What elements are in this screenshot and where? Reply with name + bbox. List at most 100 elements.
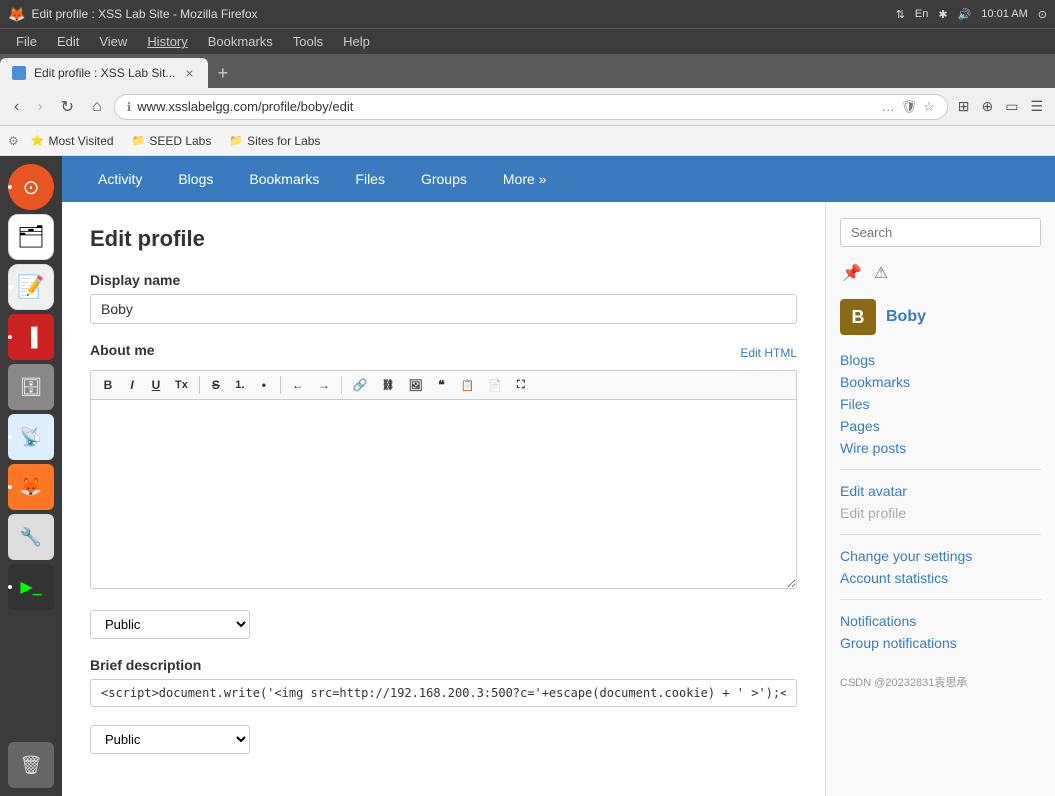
folder-icon: 📁 [132, 134, 146, 147]
user-name-link[interactable]: Boby [886, 308, 926, 326]
titlebar-title: 🦊 Edit profile : XSS Lab Site - Mozilla … [8, 6, 258, 23]
sidebar-search-input[interactable] [840, 218, 1041, 247]
bookmark-star-icon[interactable]: ☆ [923, 99, 935, 115]
pin-icon-button[interactable]: 📌 [840, 261, 864, 285]
clear-format-button[interactable]: Tx [169, 376, 194, 394]
link-button[interactable]: 🔗 [347, 375, 374, 395]
bold-button[interactable]: B [97, 375, 119, 395]
sidebar-blogs-link[interactable]: Blogs [840, 349, 1041, 371]
sidebar-group-notifications-link[interactable]: Group notifications [840, 632, 1041, 654]
bookmarks-bar: ⚙ ⭐ Most Visited 📁 SEED Labs 📁 Sites for… [0, 126, 1055, 156]
italic-button[interactable]: I [121, 375, 143, 395]
red-app-icon-symbol: ▐ [25, 327, 38, 348]
fullscreen-button[interactable]: ⛶ [510, 376, 532, 395]
most-visited-label: Most Visited [48, 134, 113, 148]
about-me-visibility-select[interactable]: Public Friends Private [90, 610, 250, 639]
nav-files[interactable]: Files [339, 159, 401, 199]
sidebar-notifications-link[interactable]: Notifications [840, 610, 1041, 632]
sidebar-button[interactable]: ▭ [1001, 94, 1022, 119]
extensions-button[interactable]: ⊞ [954, 94, 974, 119]
menu-bar: File Edit View History Bookmarks Tools H… [0, 28, 1055, 54]
ubuntu-menu-icon[interactable]: ⊙ [1038, 8, 1047, 21]
bluetooth-icon: ✱ [938, 8, 947, 21]
reload-button[interactable]: ↻ [55, 93, 80, 121]
menu-bookmarks[interactable]: Bookmarks [200, 32, 281, 51]
url-bar[interactable]: ℹ www.xsslabelgg.com/profile/boby/edit …… [114, 94, 948, 120]
display-name-input[interactable] [90, 294, 797, 324]
image-button[interactable]: 🖼 [403, 376, 429, 395]
sidebar-account-stats-link[interactable]: Account statistics [840, 567, 1041, 589]
sidebar-bookmarks-link[interactable]: Bookmarks [840, 371, 1041, 393]
active-tab[interactable]: Edit profile : XSS Lab Sit... × [0, 58, 208, 88]
paste-formatted-button[interactable]: 📄 [482, 376, 508, 395]
dock-wireshark[interactable]: 📡 [8, 414, 54, 460]
dock-terminal[interactable]: ▶_ [8, 564, 54, 610]
paste-plain-button[interactable]: 📋 [454, 376, 480, 395]
dock-files[interactable]: 🗂 [8, 214, 54, 260]
tab-close-button[interactable]: × [183, 63, 195, 83]
menu-file[interactable]: File [8, 32, 45, 51]
file-manager-icon: 🗄 [20, 377, 43, 398]
new-tab-button[interactable]: + [208, 58, 239, 88]
strikethrough-button[interactable]: S [205, 375, 227, 395]
sidebar-files-link[interactable]: Files [840, 393, 1041, 415]
dock-ubuntu[interactable]: ⊙ [8, 164, 54, 210]
editor-toolbar: B I U Tx S 1. • ← → 🔗 ⛓ 🖼 [90, 370, 797, 399]
sites-for-labs-label: Sites for Labs [247, 134, 320, 148]
sidebar-settings-link[interactable]: Change your settings [840, 545, 1041, 567]
dock-indicator-5 [8, 485, 12, 489]
nav-more[interactable]: More » [487, 159, 563, 199]
titlebar-controls: ⇅ En ✱ 🔊 10:01 AM ⊙ [896, 8, 1047, 21]
dock-trash[interactable]: 🗑 [8, 742, 54, 788]
nav-action-icons: ⊞ ⊕ ▭ ☰ [954, 94, 1047, 119]
menu-help[interactable]: Help [335, 32, 378, 51]
menu-edit[interactable]: Edit [49, 32, 87, 51]
sidebar-wireposts-link[interactable]: Wire posts [840, 437, 1041, 459]
nav-activity[interactable]: Activity [82, 159, 158, 199]
nav-bookmarks[interactable]: Bookmarks [233, 159, 335, 199]
about-me-editor[interactable] [90, 399, 797, 589]
new-window-button[interactable]: ⊕ [977, 94, 997, 119]
indent-left-button[interactable]: ← [286, 375, 310, 395]
nav-groups[interactable]: Groups [405, 159, 483, 199]
dock-indicator [8, 185, 12, 189]
menu-view[interactable]: View [91, 32, 135, 51]
brief-desc-visibility-select[interactable]: Public Friends Private [90, 725, 250, 754]
dock-red-app[interactable]: ▐ [8, 314, 54, 360]
secure-icon: ℹ [127, 100, 132, 114]
ordered-list-button[interactable]: 1. [229, 376, 251, 394]
alert-icon-button[interactable]: ⚠ [872, 261, 890, 285]
indent-right-button[interactable]: → [312, 375, 336, 395]
bookmark-seed-labs[interactable]: 📁 SEED Labs [126, 132, 218, 150]
dock-file-manager[interactable]: 🗄 [8, 364, 54, 410]
forward-button[interactable]: › [31, 94, 48, 120]
bookmark-sites-for-labs[interactable]: 📁 Sites for Labs [223, 132, 326, 150]
brief-desc-input[interactable] [90, 679, 797, 707]
unlink-button[interactable]: ⛓ [376, 377, 401, 394]
nav-bar: ‹ › ↻ ⌂ ℹ www.xsslabelgg.com/profile/bob… [0, 88, 1055, 126]
dock-indicator-6 [8, 585, 12, 589]
sidebar-edit-avatar-link[interactable]: Edit avatar [840, 480, 1041, 502]
underline-button[interactable]: U [145, 375, 167, 395]
reader-mode-icon[interactable]: 🛡 [901, 99, 918, 115]
quote-button[interactable]: ❝ [430, 375, 452, 395]
ubuntu-logo-icon: ⊙ [23, 175, 40, 200]
nav-blogs[interactable]: Blogs [162, 159, 229, 199]
menu-button[interactable]: ☰ [1026, 94, 1047, 119]
menu-history[interactable]: History [139, 32, 195, 51]
sidebar-pages-link[interactable]: Pages [840, 415, 1041, 437]
home-button[interactable]: ⌂ [86, 94, 108, 120]
sidebar-edit-profile-link: Edit profile [840, 502, 1041, 524]
dock-firefox[interactable]: 🦊 [8, 464, 54, 510]
brief-desc-label: Brief description [90, 657, 797, 673]
url-more-icon[interactable]: … [882, 99, 895, 115]
bookmark-most-visited[interactable]: ⭐ Most Visited [25, 132, 120, 150]
menu-tools[interactable]: Tools [285, 32, 331, 51]
unordered-list-button[interactable]: • [253, 375, 275, 395]
url-text[interactable]: www.xsslabelgg.com/profile/boby/edit [137, 99, 875, 114]
dock-settings[interactable]: 🔧 [8, 514, 54, 560]
back-button[interactable]: ‹ [8, 94, 25, 120]
edit-html-link[interactable]: Edit HTML [740, 346, 797, 360]
dock-text-editor[interactable]: 📝 [8, 264, 54, 310]
display-name-group: Display name [90, 272, 797, 324]
